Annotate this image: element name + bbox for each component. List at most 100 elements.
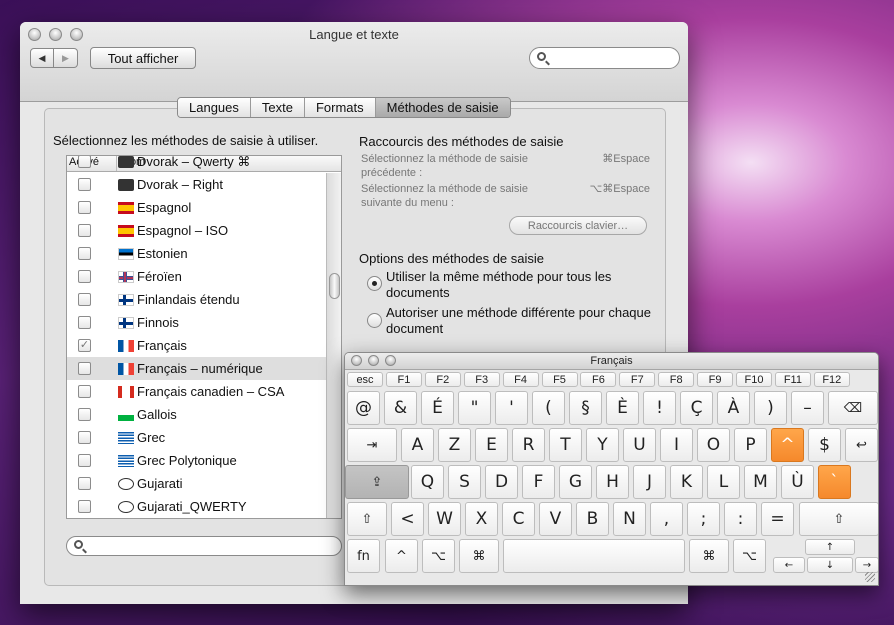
active-checkbox[interactable] <box>78 156 91 168</box>
list-item[interactable]: Finnois <box>67 311 327 334</box>
key-⌘[interactable]: ⌘ <box>459 539 499 573</box>
key-f[interactable]: F <box>522 465 555 499</box>
key-t[interactable]: T <box>549 428 582 462</box>
tab-formats[interactable]: Formats <box>304 98 376 117</box>
key-&[interactable]: & <box>384 391 417 425</box>
same-method-label[interactable]: Utiliser la même méthode pour tous les d… <box>386 269 656 301</box>
same-method-radio[interactable] <box>367 276 382 291</box>
key-y[interactable]: Y <box>586 428 619 462</box>
key-i[interactable]: I <box>660 428 693 462</box>
list-item[interactable]: Estonien <box>67 242 327 265</box>
list-item[interactable]: Grec Polytonique <box>67 449 327 472</box>
list-item[interactable]: Gallois <box>67 403 327 426</box>
key-z[interactable]: Z <box>438 428 471 462</box>
key-é[interactable]: É <box>421 391 454 425</box>
key-f4[interactable]: F4 <box>502 372 539 387</box>
key-§[interactable]: § <box>569 391 602 425</box>
key-⇪[interactable]: ⇪ <box>345 465 409 499</box>
key-f7[interactable]: F7 <box>619 372 656 387</box>
different-method-radio[interactable] <box>367 313 382 328</box>
key-s[interactable]: S <box>448 465 481 499</box>
arrow-right-key[interactable]: → <box>855 557 878 573</box>
key-r[interactable]: R <box>512 428 545 462</box>
key-f3[interactable]: F3 <box>463 372 500 387</box>
list-item[interactable]: Français canadien – CSA <box>67 380 327 403</box>
list-item[interactable]: Grec <box>67 426 327 449</box>
key-ù[interactable]: Ù <box>781 465 814 499</box>
key-)[interactable]: ) <box>754 391 787 425</box>
arrow-up-key[interactable]: ↑ <box>805 539 855 555</box>
active-checkbox[interactable] <box>78 500 91 513</box>
key-à[interactable]: À <box>717 391 750 425</box>
key-`[interactable]: ` <box>818 465 851 499</box>
key-⌘[interactable]: ⌘ <box>689 539 729 573</box>
key-o[interactable]: O <box>697 428 730 462</box>
key-'[interactable]: ' <box>495 391 528 425</box>
key-:[interactable]: : <box>724 502 757 536</box>
preferences-search-field[interactable] <box>529 47 680 69</box>
key-⇧[interactable]: ⇧ <box>799 502 878 536</box>
key-"[interactable]: " <box>458 391 491 425</box>
key-e[interactable]: E <box>475 428 508 462</box>
key-ç[interactable]: Ç <box>680 391 713 425</box>
key-f10[interactable]: F10 <box>736 372 772 387</box>
active-checkbox[interactable] <box>78 316 91 329</box>
key-b[interactable]: B <box>576 502 609 536</box>
keyboard-zoom-button[interactable] <box>385 355 396 366</box>
active-checkbox[interactable] <box>78 224 91 237</box>
list-item[interactable]: Dvorak – Right <box>67 173 327 196</box>
different-method-label[interactable]: Autoriser une méthode différente pour ch… <box>386 305 656 337</box>
key-space[interactable] <box>503 539 685 573</box>
active-checkbox[interactable] <box>78 454 91 467</box>
key-↩[interactable]: ↩ <box>845 428 878 462</box>
key-⇧[interactable]: ⇧ <box>347 502 387 536</box>
key-fn[interactable]: fn <box>347 539 380 573</box>
key-a[interactable]: A <box>401 428 434 462</box>
key-f11[interactable]: F11 <box>774 372 811 387</box>
arrow-down-key[interactable]: ↓ <box>807 557 853 573</box>
key-$[interactable]: $ <box>808 428 841 462</box>
key-⌫[interactable]: ⌫ <box>828 391 878 425</box>
key-m[interactable]: M <box>744 465 777 499</box>
key-^[interactable]: ^ <box>385 539 418 573</box>
active-checkbox[interactable] <box>78 385 91 398</box>
active-checkbox[interactable]: ✓ <box>78 339 91 352</box>
active-checkbox[interactable] <box>78 431 91 444</box>
list-scrollbar[interactable] <box>326 173 341 518</box>
key-x[interactable]: X <box>465 502 498 536</box>
key-⌥[interactable]: ⌥ <box>733 539 766 573</box>
key-⌥[interactable]: ⌥ <box>422 539 455 573</box>
active-checkbox[interactable] <box>78 293 91 306</box>
key-q[interactable]: Q <box>411 465 444 499</box>
list-item[interactable]: Espagnol – ISO <box>67 219 327 242</box>
active-checkbox[interactable] <box>78 247 91 260</box>
key-f1[interactable]: F1 <box>385 372 422 387</box>
key-<[interactable]: < <box>391 502 424 536</box>
key-f2[interactable]: F2 <box>424 372 461 387</box>
key-f12[interactable]: F12 <box>813 372 850 387</box>
list-item[interactable]: Gujarati <box>67 472 327 495</box>
list-item[interactable]: ✓ Français <box>67 334 327 357</box>
key-⇥[interactable]: ⇥ <box>347 428 397 462</box>
list-item[interactable]: Féroïen <box>67 265 327 288</box>
tab-methodes-de-saisie[interactable]: Méthodes de saisie <box>375 98 510 117</box>
list-item-selected[interactable]: Français – numérique <box>67 357 327 380</box>
key-u[interactable]: U <box>623 428 656 462</box>
keyboard-minimize-button[interactable] <box>368 355 379 366</box>
key-k[interactable]: K <box>670 465 703 499</box>
key-([interactable]: ( <box>532 391 565 425</box>
active-checkbox[interactable] <box>78 362 91 375</box>
key-esc[interactable]: esc <box>347 372 383 387</box>
key-f8[interactable]: F8 <box>658 372 695 387</box>
key-![interactable]: ! <box>643 391 676 425</box>
key-è[interactable]: È <box>606 391 639 425</box>
scrollbar-thumb[interactable] <box>329 273 340 299</box>
key-l[interactable]: L <box>707 465 740 499</box>
key-–[interactable]: – <box>791 391 824 425</box>
key-n[interactable]: N <box>613 502 646 536</box>
key-f9[interactable]: F9 <box>697 372 734 387</box>
previous-method-shortcut[interactable]: ⌘Espace <box>580 152 650 165</box>
list-item[interactable]: Dvorak – Qwerty ⌘ <box>67 156 327 173</box>
key-=[interactable]: = <box>761 502 794 536</box>
key-v[interactable]: V <box>539 502 572 536</box>
